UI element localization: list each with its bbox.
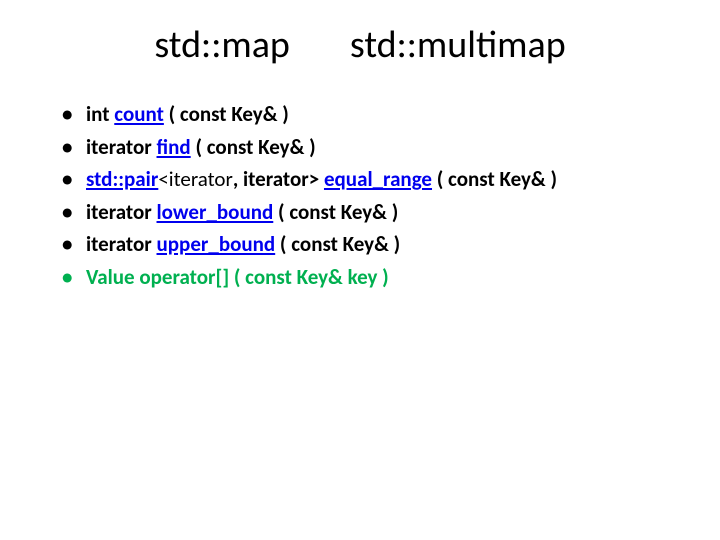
equal-range-link[interactable]: equal_range bbox=[324, 166, 432, 192]
item-post: ( const Key& ) bbox=[432, 166, 557, 192]
item-post: ( const Key& ) bbox=[191, 134, 316, 160]
tpl-open: <iterator bbox=[158, 166, 233, 192]
upper-bound-link[interactable]: upper_bound bbox=[157, 231, 276, 257]
item-pre: iterator bbox=[86, 231, 157, 257]
slide: std::map std::multimap int count ( const … bbox=[0, 0, 720, 540]
list-item: iterator upper_bound ( const Key& ) bbox=[62, 228, 680, 261]
item-post: ( const Key& ) bbox=[275, 231, 400, 257]
list-item: iterator find ( const Key& ) bbox=[62, 131, 680, 164]
title-left: std::map bbox=[154, 22, 290, 68]
item-post: ( const Key& ) bbox=[164, 101, 289, 127]
list-item: std::pair<iterator, iterator> equal_rang… bbox=[62, 163, 680, 196]
count-link[interactable]: count bbox=[114, 101, 164, 127]
list-item-operator: Value operator[] ( const Key& key ) bbox=[62, 261, 680, 294]
slide-title: std::map std::multimap bbox=[0, 0, 720, 80]
item-pre: iterator bbox=[86, 199, 157, 225]
list-item: int count ( const Key& ) bbox=[62, 98, 680, 131]
tpl-mid: , iterator> bbox=[233, 166, 324, 192]
operator-text: Value operator[] ( const Key& key ) bbox=[86, 264, 389, 290]
item-post: ( const Key& ) bbox=[273, 199, 398, 225]
list-item: iterator lower_bound ( const Key& ) bbox=[62, 196, 680, 229]
item-pre: iterator bbox=[86, 134, 157, 160]
title-right: std::multimap bbox=[350, 22, 566, 68]
find-link[interactable]: find bbox=[157, 134, 191, 160]
bullet-list: int count ( const Key& ) iterator find (… bbox=[62, 98, 680, 293]
lower-bound-link[interactable]: lower_bound bbox=[157, 199, 274, 225]
stdpair-link[interactable]: std::pair bbox=[86, 166, 158, 192]
item-pre: int bbox=[86, 101, 114, 127]
